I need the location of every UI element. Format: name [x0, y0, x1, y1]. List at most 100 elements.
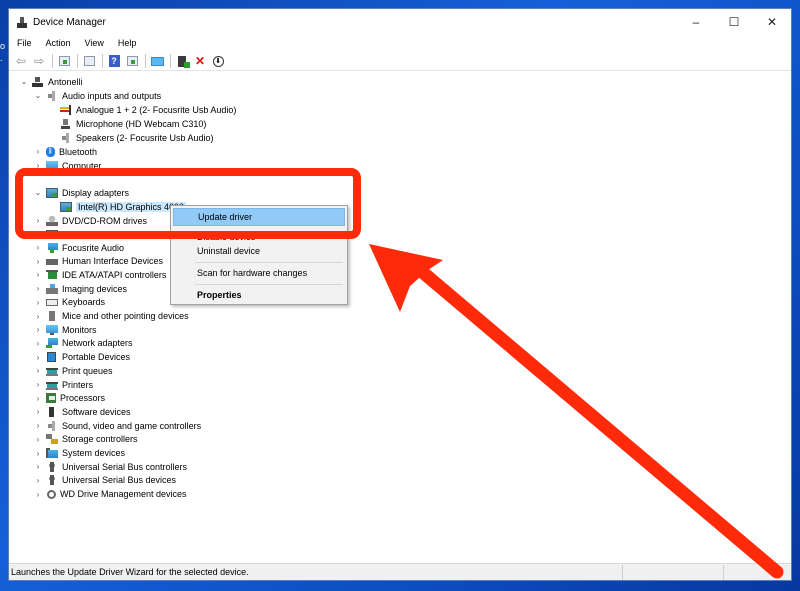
chevron-right-icon[interactable]: › [33, 394, 43, 403]
menu-file[interactable]: File [9, 38, 39, 48]
properties-button[interactable] [81, 53, 97, 69]
chevron-right-icon[interactable]: › [33, 312, 43, 321]
scan-hardware-button[interactable] [149, 53, 165, 69]
toolbar-separator [170, 54, 171, 68]
show-action-pane-button[interactable] [124, 53, 140, 69]
chevron-right-icon[interactable]: › [33, 230, 43, 239]
tree-item-category[interactable]: › Portable Devices [33, 351, 130, 364]
menu-item-properties[interactable]: Properties [173, 286, 345, 304]
tree-item-category[interactable]: › Focusrite Audio [33, 241, 124, 254]
chevron-right-icon[interactable]: › [33, 216, 43, 225]
tree-item-category[interactable]: › Human Interface Devices [33, 255, 163, 268]
tree-item-label: Universal Serial Bus devices [62, 475, 177, 486]
chevron-right-icon[interactable]: › [33, 147, 43, 156]
chevron-right-icon[interactable]: › [33, 449, 43, 458]
tree-item-category[interactable]: › DVD/CD-ROM drives [33, 214, 147, 227]
tree-item-category[interactable]: › Universal Serial Bus devices [33, 474, 176, 487]
tree-item-category[interactable]: › Mice and other pointing devices [33, 310, 189, 323]
tree-item-label: Print queues [62, 365, 113, 376]
tree-item-label: Analogue 1 + 2 (2- Focusrite Usb Audio) [76, 104, 237, 115]
hid-icon [46, 256, 58, 267]
chevron-right-icon[interactable]: › [33, 490, 43, 499]
speaker-icon [60, 132, 72, 143]
show-hide-console-tree-button[interactable] [56, 53, 72, 69]
microphone-icon [60, 118, 72, 129]
minimize-button[interactable]: – [677, 9, 715, 35]
properties-icon [83, 56, 95, 66]
tree-item-label: Monitors [62, 324, 97, 335]
chevron-right-icon[interactable]: › [33, 243, 43, 252]
download-arrow-icon: ⬇ [212, 55, 224, 67]
tree-item-category[interactable]: › IDE ATA/ATAPI controllers [33, 268, 166, 281]
tree-item-label: Firmware [62, 229, 100, 240]
tree-item-microphone[interactable]: Microphone (HD Webcam C310) [57, 117, 206, 130]
computer-icon [32, 76, 44, 87]
toolbar-separator [145, 54, 146, 68]
tree-item-category[interactable]: › Sound, video and game controllers [33, 419, 201, 432]
chevron-right-icon[interactable]: › [33, 435, 43, 444]
firmware-icon [46, 229, 58, 240]
maximize-button[interactable]: ☐ [715, 9, 753, 35]
network-adapter-icon [46, 338, 58, 349]
chevron-right-icon[interactable]: › [33, 284, 43, 293]
help-button[interactable]: ? [106, 53, 122, 69]
chevron-right-icon[interactable]: › [33, 353, 43, 362]
menu-separator [195, 262, 343, 263]
tree-item-category[interactable]: › Print queues [33, 364, 113, 377]
chevron-right-icon[interactable]: › [33, 462, 43, 471]
add-driver-button[interactable] [174, 53, 190, 69]
chevron-expanded-icon[interactable]: ⌄ [19, 77, 29, 86]
menu-view[interactable]: View [78, 38, 111, 48]
chevron-right-icon[interactable]: › [33, 339, 43, 348]
tree-item-category[interactable]: › WD Drive Management devices [33, 488, 187, 501]
tree-item-category[interactable]: › Processors [33, 392, 105, 405]
tree-item-audio[interactable]: ⌄ Audio inputs and outputs [33, 89, 161, 102]
update-driver-button[interactable]: ⬇ [210, 53, 226, 69]
menu-item-update-driver[interactable]: Update driver [173, 208, 345, 226]
back-arrow-icon[interactable]: ⇦ [13, 53, 29, 69]
menu-action[interactable]: Action [39, 38, 78, 48]
tree-item-category[interactable]: › Firmware [33, 228, 100, 241]
tree-item-category[interactable]: › Software devices [33, 405, 131, 418]
chevron-right-icon[interactable]: › [33, 380, 43, 389]
tree-item-speakers[interactable]: Speakers (2- Focusrite Usb Audio) [57, 131, 214, 144]
chevron-right-icon[interactable]: › [33, 270, 43, 279]
printer-icon [46, 379, 58, 390]
forward-arrow-icon[interactable]: ⇨ [31, 53, 47, 69]
title-bar[interactable]: Device Manager – ☐ ✕ [9, 9, 791, 35]
focusrite-icon [46, 242, 58, 253]
chevron-expanded-icon[interactable]: ⌄ [33, 91, 43, 100]
tree-item-category[interactable]: › Storage controllers [33, 433, 138, 446]
chevron-expanded-icon[interactable]: ⌄ [33, 188, 43, 197]
tree-item-category[interactable]: › Network adapters [33, 337, 133, 350]
uninstall-x-icon[interactable]: ✕ [192, 53, 208, 69]
status-text: Launches the Update Driver Wizard for th… [11, 567, 249, 577]
chevron-right-icon[interactable]: › [33, 366, 43, 375]
chevron-right-icon[interactable]: › [33, 161, 43, 170]
tree-item-intel-hd-graphics[interactable]: Intel(R) HD Graphics 4600 [57, 200, 187, 213]
portable-device-icon [46, 352, 58, 363]
tree-item-category[interactable]: › Printers [33, 378, 93, 391]
tree-item-display-adapters[interactable]: ⌄ Display adapters [33, 186, 129, 199]
menu-item-uninstall-device[interactable]: Uninstall device [173, 242, 345, 260]
close-button[interactable]: ✕ [753, 9, 791, 35]
tree-item-category[interactable]: › System devices [33, 447, 125, 460]
tree-item-category[interactable]: › Imaging devices [33, 282, 127, 295]
menu-item-scan-hardware[interactable]: Scan for hardware changes [173, 264, 345, 282]
chevron-right-icon[interactable]: › [33, 298, 43, 307]
tree-item-category[interactable]: › Keyboards [33, 296, 105, 309]
tree-root[interactable]: ⌄ Antonelli [19, 75, 83, 88]
status-pane [723, 564, 783, 580]
tree-item-analogue[interactable]: Analogue 1 + 2 (2- Focusrite Usb Audio) [57, 103, 236, 116]
chevron-right-icon[interactable]: › [33, 421, 43, 430]
chevron-right-icon[interactable]: › [33, 257, 43, 266]
tree-item-label: Storage controllers [62, 434, 138, 445]
tree-item-category[interactable]: › Monitors [33, 323, 97, 336]
chevron-right-icon[interactable]: › [33, 325, 43, 334]
chevron-right-icon[interactable]: › [33, 407, 43, 416]
tree-item-category[interactable]: › Universal Serial Bus controllers [33, 460, 187, 473]
chevron-right-icon[interactable]: › [33, 476, 43, 485]
tree-item-bluetooth[interactable]: › ᛒ Bluetooth [33, 145, 97, 158]
menu-help[interactable]: Help [111, 38, 144, 48]
tree-item-computer[interactable]: › Computer [33, 159, 102, 172]
